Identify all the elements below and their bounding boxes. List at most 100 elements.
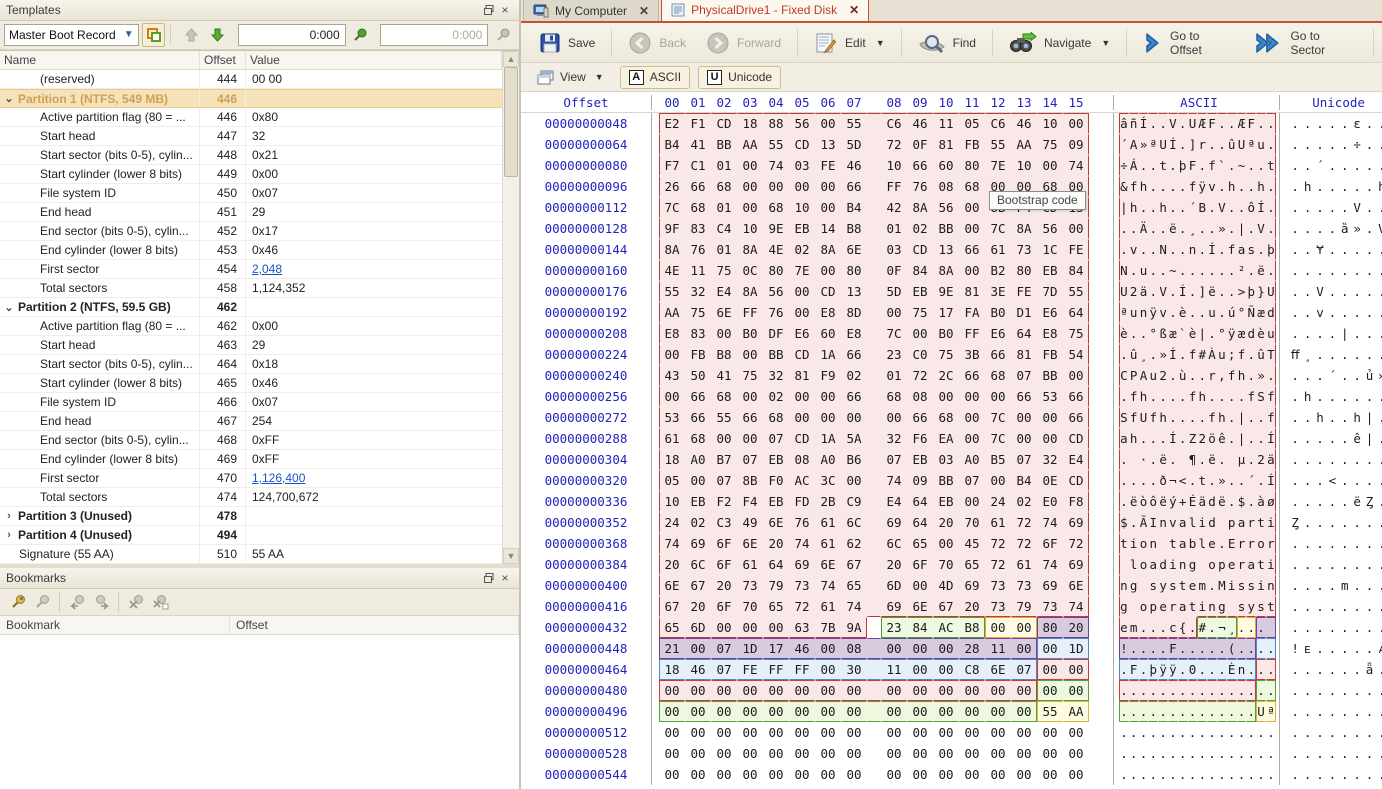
hex-byte-cell[interactable]: 6F	[711, 533, 737, 554]
delete-bookmark-button[interactable]	[124, 591, 148, 613]
ascii-char-cell[interactable]: s	[1256, 596, 1266, 617]
hex-byte-cell[interactable]: 00	[1037, 407, 1063, 428]
hex-byte-cell[interactable]: FF	[789, 659, 815, 680]
ascii-char-cell[interactable]: û	[1256, 344, 1266, 365]
unicode-char-cell[interactable]: .	[1289, 743, 1301, 764]
unicode-char-cell[interactable]: .	[1351, 176, 1363, 197]
ascii-char-cell[interactable]: .	[1139, 617, 1149, 638]
hex-byte-cell[interactable]: B0	[933, 323, 959, 344]
ascii-char-cell[interactable]: h	[1139, 386, 1149, 407]
ascii-char-cell[interactable]: °	[1237, 302, 1247, 323]
hex-byte-cell[interactable]: 00	[959, 680, 985, 701]
hex-byte-cell[interactable]: 02	[763, 386, 789, 407]
hex-byte-cell[interactable]: 69	[881, 596, 907, 617]
ascii-char-cell[interactable]: o	[1207, 554, 1217, 575]
hex-byte-cell[interactable]: 00	[737, 722, 763, 743]
hex-byte-cell[interactable]: 3E	[985, 281, 1011, 302]
hex-byte-cell[interactable]: 24	[659, 512, 685, 533]
hex-byte-cell[interactable]: 76	[685, 239, 711, 260]
unicode-char-cell[interactable]: .	[1326, 596, 1338, 617]
hex-byte-cell[interactable]: 20	[685, 596, 711, 617]
ascii-char-cell[interactable]: F	[1246, 113, 1256, 134]
ascii-char-cell[interactable]: .	[1188, 302, 1198, 323]
ascii-char-cell[interactable]: Ä	[1139, 218, 1149, 239]
tree-row[interactable]: End cylinder (lower 8 bits)4690xFF	[0, 450, 502, 469]
unicode-char-cell[interactable]: .	[1326, 743, 1338, 764]
hex-byte-cell[interactable]: 00	[959, 218, 985, 239]
hex-byte-cell[interactable]: 00	[1063, 659, 1089, 680]
hex-byte-cell[interactable]: 11	[985, 638, 1011, 659]
ascii-char-cell[interactable]: .	[1246, 701, 1256, 722]
unicode-char-cell[interactable]: .	[1376, 239, 1382, 260]
hex-byte-cell[interactable]: 72	[789, 596, 815, 617]
hex-byte-cell[interactable]: 00	[659, 764, 685, 785]
hex-byte-cell[interactable]: 2B	[815, 491, 841, 512]
unicode-char-cell[interactable]: .	[1326, 617, 1338, 638]
hex-byte-cell[interactable]: 20	[1063, 617, 1089, 638]
hex-byte-cell[interactable]: 00	[737, 617, 763, 638]
hex-byte-cell[interactable]: 81	[933, 134, 959, 155]
ascii-char-cell[interactable]: S	[1119, 407, 1129, 428]
hex-byte-cell[interactable]: 74	[789, 533, 815, 554]
ascii-char-cell[interactable]: V	[1256, 218, 1266, 239]
ascii-char-cell[interactable]: .	[1119, 764, 1129, 785]
hex-byte-cell[interactable]: 00	[1037, 680, 1063, 701]
ascii-char-cell[interactable]: d	[1207, 512, 1217, 533]
unicode-char-cell[interactable]: .	[1314, 617, 1326, 638]
previous-item-button[interactable]	[179, 23, 203, 47]
ascii-char-cell[interactable]: .	[1237, 176, 1247, 197]
unicode-char-cell[interactable]: .	[1351, 155, 1363, 176]
hex-byte-cell[interactable]: 00	[737, 344, 763, 365]
hex-byte-cell[interactable]: 00	[1037, 428, 1063, 449]
hex-byte-cell[interactable]: 0E	[1037, 470, 1063, 491]
unicode-char-cell[interactable]: .	[1363, 680, 1375, 701]
ascii-char-cell[interactable]: .	[1178, 743, 1188, 764]
hex-byte-cell[interactable]: 00	[1063, 365, 1089, 386]
ascii-char-cell[interactable]: .	[1266, 134, 1276, 155]
hex-byte-cell[interactable]: 70	[959, 512, 985, 533]
ascii-char-cell[interactable]: .	[1188, 281, 1198, 302]
ascii-char-cell[interactable]: .	[1188, 638, 1198, 659]
hex-byte-cell[interactable]: EB	[1037, 260, 1063, 281]
ascii-char-cell[interactable]: n	[1178, 554, 1188, 575]
unicode-char-cell[interactable]: .	[1314, 449, 1326, 470]
unicode-char-cell[interactable]: .	[1314, 176, 1326, 197]
unicode-char-cell[interactable]: ȁ	[1339, 218, 1351, 239]
hex-byte-cell[interactable]: 9E	[763, 218, 789, 239]
hex-byte-cell[interactable]: 00	[815, 743, 841, 764]
hex-byte-cell[interactable]: 01	[711, 155, 737, 176]
remove-bookmark-button[interactable]	[30, 591, 54, 613]
unicode-char-cell[interactable]: .	[1339, 134, 1351, 155]
hex-byte-cell[interactable]: 00	[685, 680, 711, 701]
hex-byte-cell[interactable]: 6C	[685, 554, 711, 575]
ascii-char-cell[interactable]: U	[1158, 134, 1168, 155]
ascii-char-cell[interactable]: .	[1237, 470, 1247, 491]
ascii-char-cell[interactable]: .	[1227, 197, 1237, 218]
hex-byte-cell[interactable]: EB	[685, 491, 711, 512]
unicode-char-cell[interactable]: .	[1326, 239, 1338, 260]
hex-byte-cell[interactable]: 07	[881, 449, 907, 470]
ascii-char-cell[interactable]: U	[1188, 113, 1198, 134]
unicode-char-cell[interactable]: h	[1351, 407, 1363, 428]
hex-byte-cell[interactable]: 68	[685, 428, 711, 449]
hex-byte-cell[interactable]: EB	[907, 449, 933, 470]
hex-byte-cell[interactable]: DF	[763, 323, 789, 344]
ascii-char-cell[interactable]: ä	[1197, 491, 1207, 512]
hex-byte-cell[interactable]: 00	[959, 743, 985, 764]
ascii-char-cell[interactable]: .	[1197, 407, 1207, 428]
hex-byte-cell[interactable]: 6E	[907, 596, 933, 617]
hex-byte-cell[interactable]: 66	[685, 407, 711, 428]
hex-byte-cell[interactable]: C4	[711, 218, 737, 239]
unicode-char-cell[interactable]: .	[1289, 302, 1301, 323]
unicode-char-cell[interactable]: .	[1314, 764, 1326, 785]
ascii-char-cell[interactable]	[1129, 596, 1139, 617]
hex-byte-cell[interactable]: 1D	[1063, 638, 1089, 659]
hex-byte-cell[interactable]: 00	[959, 428, 985, 449]
hex-byte-cell[interactable]: 00	[907, 743, 933, 764]
hex-byte-cell[interactable]: E8	[659, 323, 685, 344]
hex-byte-cell[interactable]: 00	[881, 743, 907, 764]
ascii-char-cell[interactable]: .	[1148, 218, 1158, 239]
ascii-char-cell[interactable]: .	[1246, 428, 1256, 449]
ascii-char-cell[interactable]: .	[1227, 491, 1237, 512]
unicode-char-cell[interactable]: .	[1326, 638, 1338, 659]
